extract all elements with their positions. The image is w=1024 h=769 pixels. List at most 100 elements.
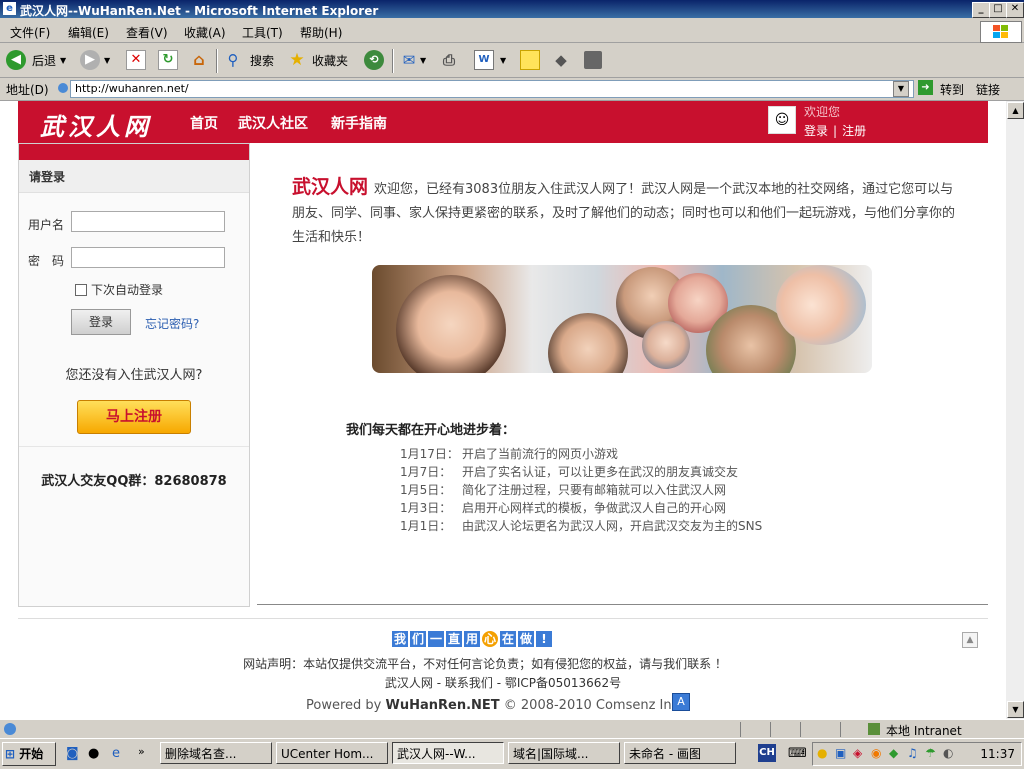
vertical-scrollbar[interactable]: ▲ ▼ [1006,101,1024,719]
address-bar: 地址(D) http://wuhanren.net/ ▼ ➜ 转到 链接 [0,78,1024,101]
powered-by: Powered by WuHanRen.NET © 2008-2010 Coms… [306,698,683,713]
ime-indicator[interactable]: CH [758,744,776,762]
slogan-char: 用 [464,631,480,647]
menu-view[interactable]: 查看(V) [126,24,168,41]
password-input[interactable] [71,247,225,268]
divider [257,604,988,605]
search-button[interactable]: ⚲ 搜索 [224,49,275,71]
update-date: 1月5日： [400,483,452,497]
discuss-button[interactable] [520,49,540,71]
scroll-down-icon[interactable]: ▼ [1007,701,1024,718]
taskbar-item[interactable]: 域名|国际域... [508,742,620,764]
contact-line[interactable]: 武汉人网 - 联系我们 - 鄂ICP备05013662号 [0,674,1006,691]
favorites-button[interactable]: ★ 收藏夹 [288,49,348,71]
go-arrow-icon[interactable]: ➜ [918,80,933,95]
history-button[interactable]: ⟲ [364,49,384,71]
misc-tray-icon[interactable]: ☂ [925,746,936,760]
address-dropdown-icon[interactable]: ▼ [893,81,909,97]
network-tray-icon[interactable]: ▣ [835,746,846,760]
site-disclaimer: 网站声明：本站仅提供交流平台，不对任何言论负责；如有侵犯您的权益，请与我们联系 … [243,657,727,671]
site-logo[interactable]: 武汉人网 [40,107,152,142]
page-icon [58,83,68,93]
favorites-label: 收藏夹 [312,53,349,68]
nav-home[interactable]: 首页 [190,113,218,133]
update-text: 开启了当前流行的网页小游戏 [462,447,619,461]
update-tray-icon[interactable]: ◉ [871,746,881,760]
quicklaunch-qq-icon[interactable]: ● [88,746,99,761]
minimize-button[interactable]: _ [972,2,990,18]
note-icon [520,50,540,70]
list-item: 1月1日： 由武汉人论坛更名为武汉人网，开启武汉交友为主的SNS [400,517,762,534]
menu-file[interactable]: 文件(F) [10,24,50,41]
security-zone: 本地 Intranet [886,724,962,738]
misc2-tray-icon[interactable]: ◐ [943,746,953,760]
home-button[interactable]: ⌂ [190,49,208,71]
remember-checkbox[interactable] [75,284,87,296]
slogan-char: 在 [500,631,516,647]
divider [19,446,249,447]
research-button[interactable] [584,49,602,71]
login-sidebar: 请登录 用户名 密 码 下次自动登录 登录 忘记密码? 您还没有入住武汉人网? … [18,143,250,607]
remember-label: 下次自动登录 [91,283,164,297]
menu-tools[interactable]: 工具(T) [242,24,283,41]
list-item: 1月3日： 启用开心网样式的模板，争做武汉人自己的开心网 [400,499,726,516]
security-tray-icon[interactable]: ◈ [853,746,862,760]
menu-edit[interactable]: 编辑(E) [68,24,109,41]
scroll-up-icon[interactable]: ▲ [1007,102,1024,119]
address-input[interactable]: http://wuhanren.net/ [70,80,914,98]
avatar: ☺ [768,106,796,134]
refresh-button[interactable]: ↻ [158,49,178,71]
taskbar: ⊞ 开始 ◙ ● e » 删除域名查... UCenter Hom... 武汉人… [0,738,1024,769]
update-date: 1月1日： [400,519,452,533]
intro-text: 欢迎您，已经有3083位朋友入住武汉人网了！武汉人网是一个武汉本地的社交网络，通… [292,182,956,245]
edit-button[interactable]: W ▼ [474,49,506,71]
mail-button[interactable]: ✉ ▼ [400,49,426,71]
antivirus-tray-icon[interactable]: ◆ [889,746,898,760]
volume-tray-icon[interactable]: ♫ [907,746,918,760]
history-icon: ⟲ [364,50,384,70]
quicklaunch-ie-icon[interactable]: e [112,746,120,761]
back-to-top-icon[interactable]: ▲ [962,632,978,648]
start-button[interactable]: ⊞ 开始 [2,742,56,766]
menu-help[interactable]: 帮助(H) [300,24,342,41]
slogan-char: 我 [392,631,408,647]
qq-tray-icon[interactable]: ● [817,746,827,760]
stop-button[interactable]: ✕ [126,49,146,71]
chevron-down-icon: ▼ [104,55,111,65]
menu-favorites[interactable]: 收藏(A) [184,24,226,41]
windows-logo-icon [980,21,1022,43]
validator-icon[interactable]: A [672,693,690,711]
page-status-icon [4,723,16,735]
quicklaunch-desktop-icon[interactable]: ◙ [66,746,79,761]
register-button[interactable]: 马上注册 [77,400,191,434]
powered-brand[interactable]: WuHanRen.NET [385,698,499,713]
quicklaunch-more-icon[interactable]: » [138,745,145,758]
username-input[interactable] [71,211,225,232]
messenger-button[interactable]: ◆ [552,49,570,71]
chevron-down-icon: ▼ [60,55,67,65]
close-button[interactable]: ✕ [1006,2,1024,18]
powered-prefix: Powered by [306,698,386,713]
go-button[interactable]: 转到 [940,81,964,98]
maximize-button[interactable]: □ [989,2,1007,18]
links-button[interactable]: 链接 [976,81,1000,98]
forward-button[interactable]: ▶ ▼ [80,49,110,71]
password-label: 密 码 [28,254,65,268]
login-link[interactable]: 登录 [804,124,828,138]
research-icon [584,51,602,69]
toolbar: ◀ 后退 ▼ ▶ ▼ ✕ ↻ ⌂ ⚲ 搜索 ★ 收藏夹 ⟲ ✉ ▼ ⎙ W ▼ … [0,43,1024,78]
list-item: 1月17日： 开启了当前流行的网页小游戏 [400,445,618,462]
keyboard-icon[interactable]: ⌨ [788,746,807,761]
back-button[interactable]: ◀ 后退 ▼ [6,49,66,71]
register-link[interactable]: 注册 [842,124,866,138]
taskbar-item[interactable]: 未命名 - 画图 [624,742,736,764]
print-button[interactable]: ⎙ [440,49,458,71]
nav-guide[interactable]: 新手指南 [331,113,387,133]
taskbar-item-active[interactable]: 武汉人网--W... [392,742,504,764]
login-button[interactable]: 登录 [71,309,131,335]
nav-community[interactable]: 武汉人社区 [238,113,308,133]
forgot-password-link[interactable]: 忘记密码? [145,315,199,332]
taskbar-item[interactable]: UCenter Hom... [276,742,388,764]
search-label: 搜索 [250,53,275,68]
taskbar-item[interactable]: 删除域名查... [160,742,272,764]
